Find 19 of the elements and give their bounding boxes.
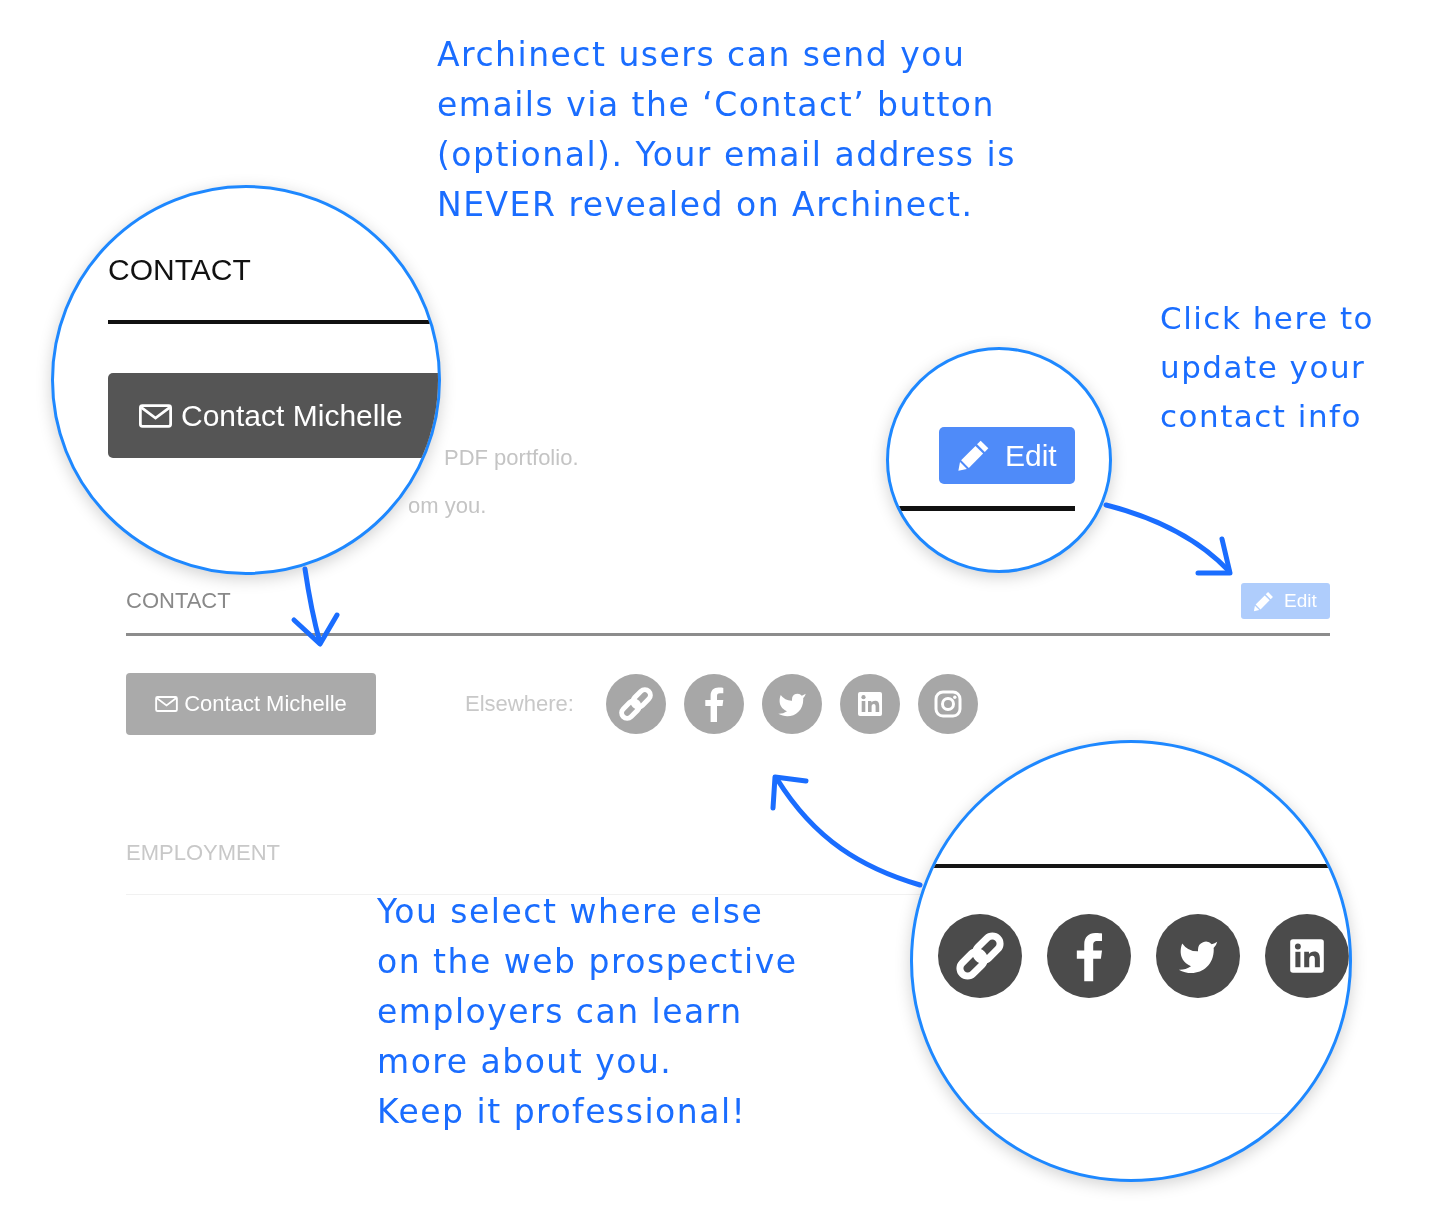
handwritten-note: You select where else on the web prospective employers can learn more about you. Keep it professional! [377,891,798,1133]
twitter-icon[interactable] [1156,914,1240,998]
facebook-icon[interactable] [1047,914,1131,998]
contact-button[interactable]: Contact Michelle [126,673,376,735]
faded-text: PDF portfolio. [444,447,579,469]
envelope-icon [155,696,179,712]
section-heading: CONTACT [126,589,231,613]
contact-button[interactable]: Contact Michelle [108,373,438,458]
handwritten-note: Archinect users can send you emails via the ‘Contact’ button (optional). Your email address is NEVER revealed on Archinect. [437,34,1016,226]
faded-text: om you. [408,495,487,517]
envelope-icon [139,403,172,428]
pencil-icon [1253,590,1274,612]
edit-button[interactable]: Edit [939,427,1075,484]
linkedin-icon[interactable] [1265,914,1349,998]
handwritten-note: Click here to update your contact info [1160,299,1375,436]
pencil-icon [957,439,990,472]
chain-link-icon[interactable] [938,914,1022,998]
section-heading: CONTACT [108,255,251,285]
instagram-icon[interactable] [918,674,978,734]
